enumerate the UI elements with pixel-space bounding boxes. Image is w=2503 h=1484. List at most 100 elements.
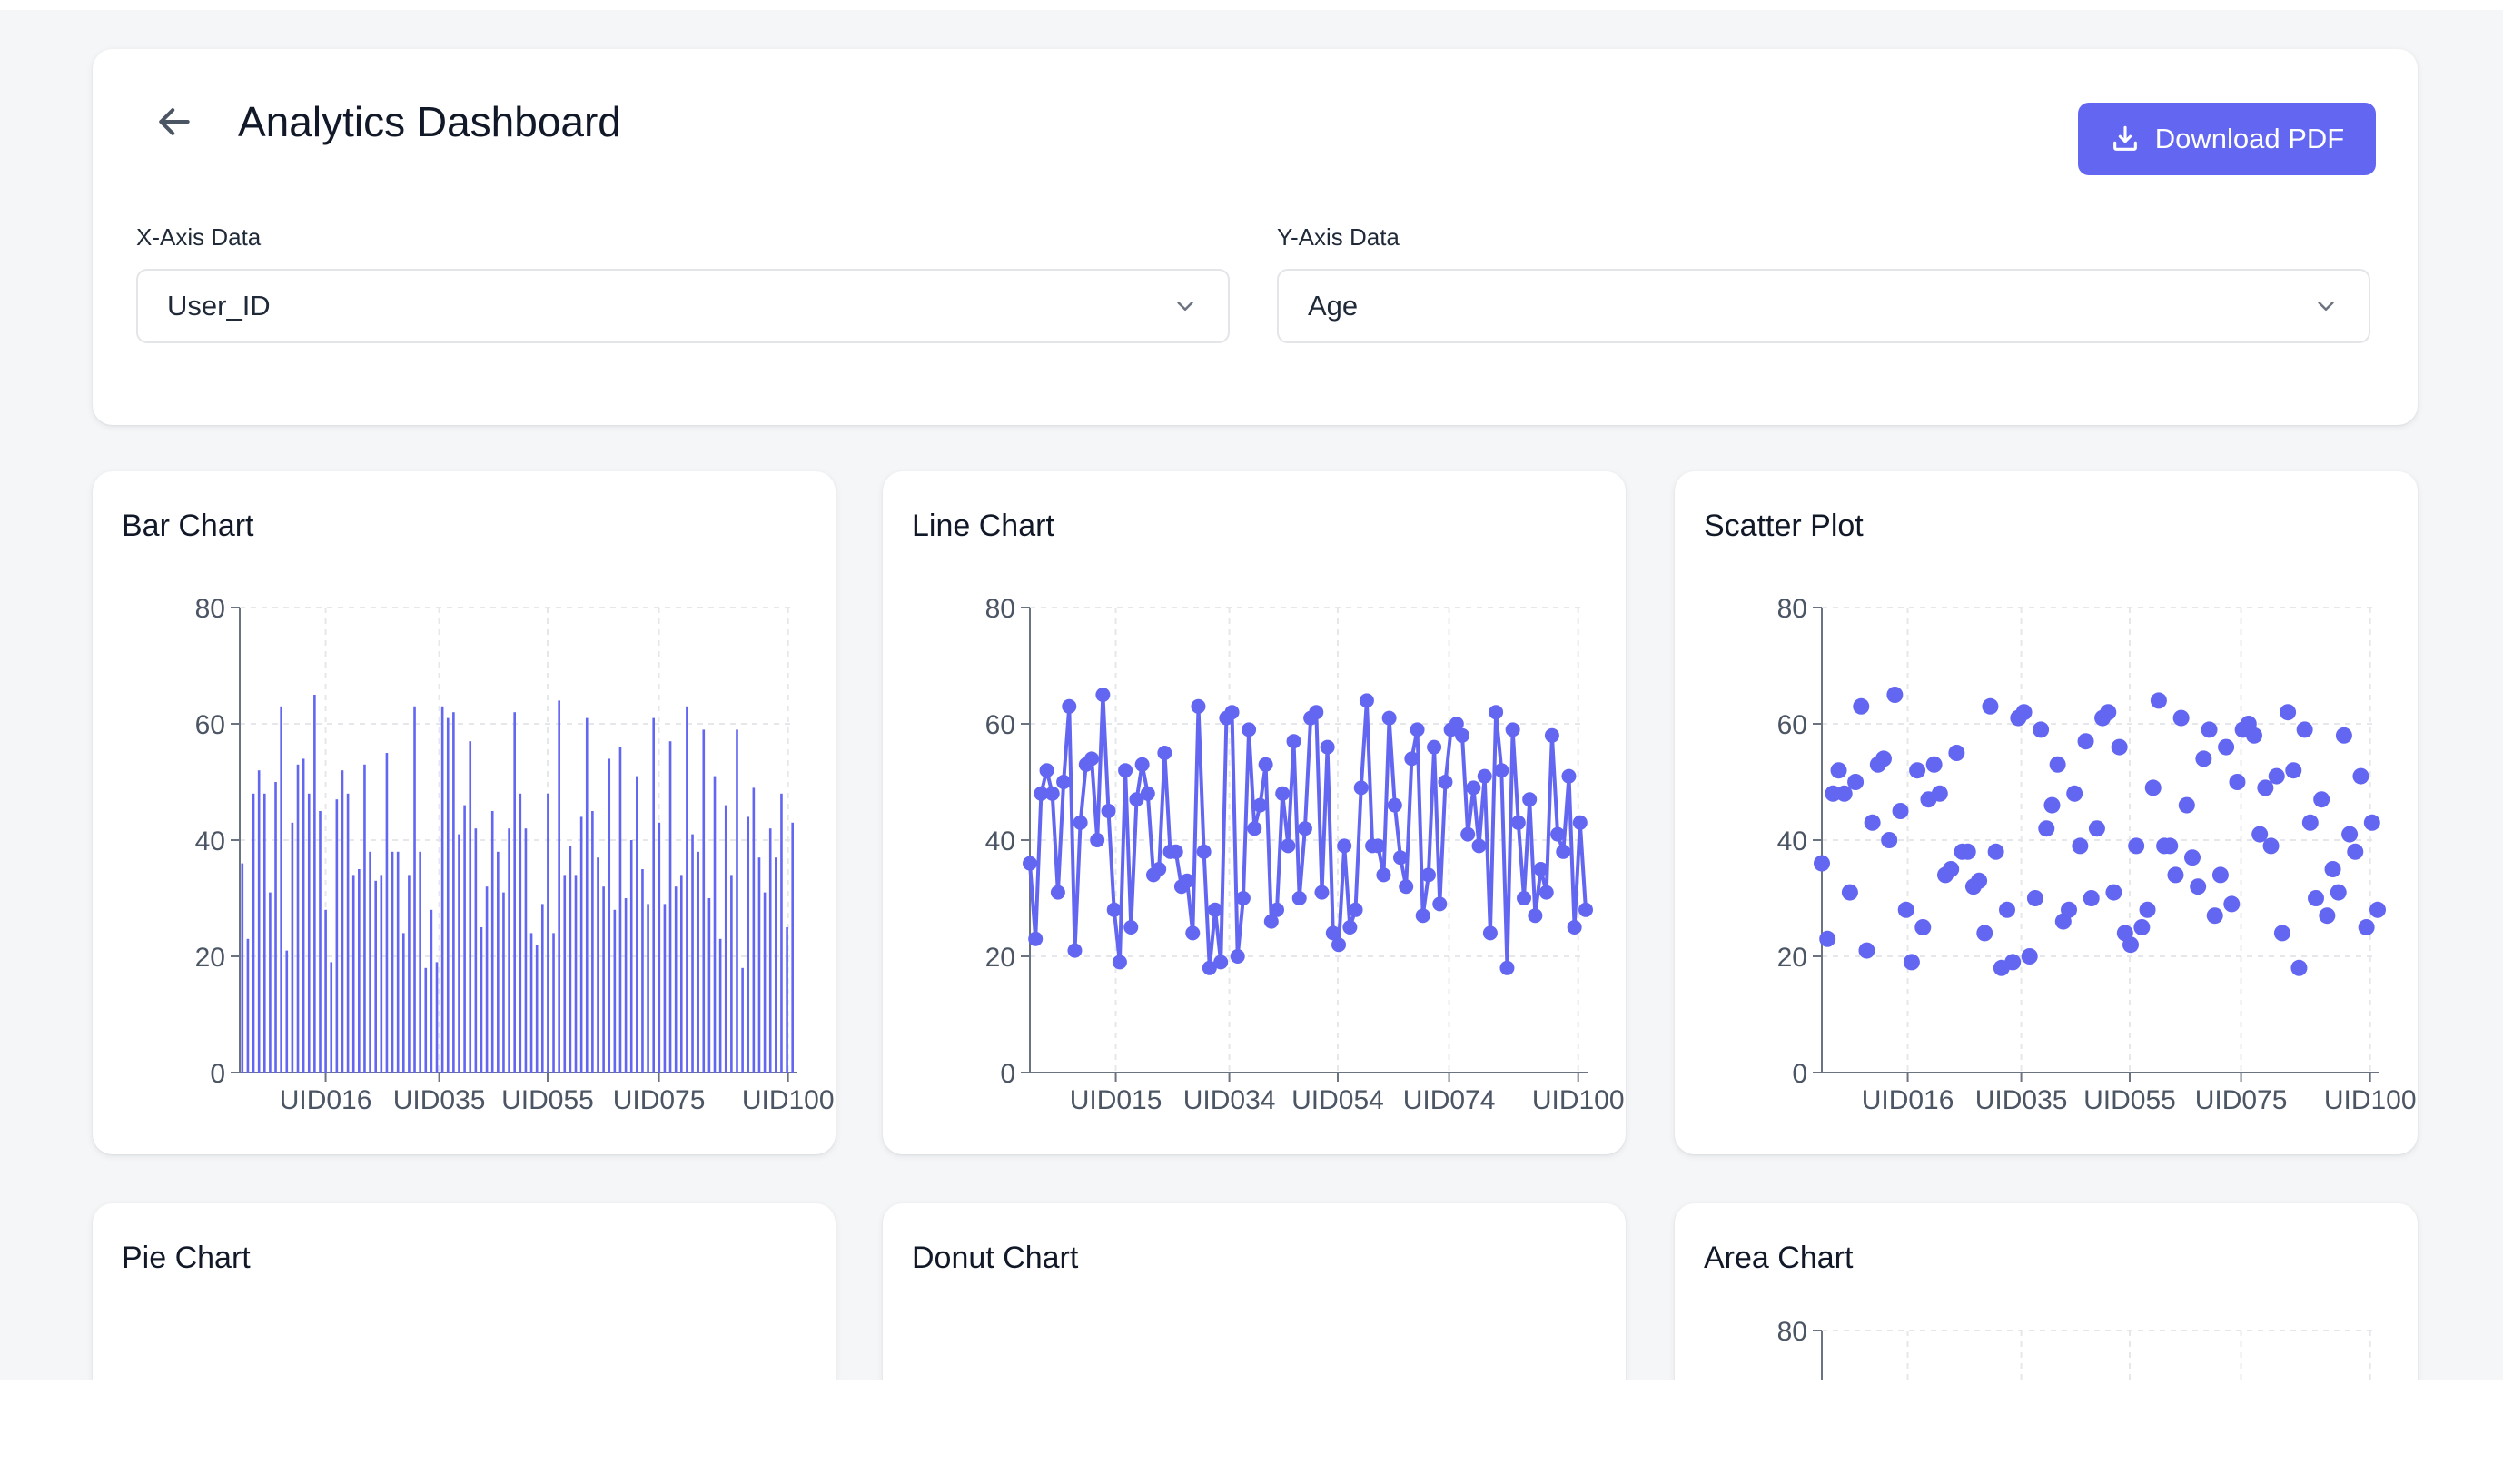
data-point	[1242, 722, 1257, 737]
data-point	[1999, 901, 2015, 918]
data-point	[1337, 838, 1352, 854]
bar	[658, 822, 661, 1073]
data-point	[2111, 738, 2128, 756]
data-point	[1925, 756, 1943, 773]
y-axis-label: Y-Axis Data	[1277, 223, 1400, 251]
data-point	[1561, 768, 1577, 784]
line-chart-card: Line Chart 0 20 40 60 80 UID015 UID034 UID054 UI…	[883, 471, 1626, 1154]
data-point	[1853, 697, 1870, 715]
data-point	[1578, 902, 1593, 917]
data-point	[2139, 901, 2156, 918]
data-point	[1556, 844, 1571, 859]
bar	[535, 945, 539, 1073]
data-point	[1830, 762, 1847, 779]
dashboard-app: Analytics Dashboard Download PDF X-Axis …	[0, 10, 2503, 1380]
data-point	[1438, 775, 1453, 789]
data-point	[1477, 768, 1492, 784]
back-button[interactable]	[145, 93, 203, 151]
area-chart-card: Area Chart 80	[1675, 1203, 2418, 1380]
bar	[736, 729, 738, 1073]
data-point	[1247, 821, 1262, 836]
y-tick-label: 60	[985, 710, 1015, 740]
data-point	[1348, 902, 1363, 917]
data-point	[2061, 901, 2077, 918]
data-point	[1180, 873, 1195, 888]
bar	[786, 927, 788, 1073]
scatter-plot: 0 20 40 60 80 UID016 UID035 UID055 UID075 UID100	[1777, 594, 2417, 1115]
bar	[351, 875, 355, 1073]
data-point	[1291, 891, 1307, 905]
y-tick-label: 40	[195, 826, 225, 856]
y-tick-label: 80	[1777, 594, 1807, 624]
bar	[435, 962, 439, 1073]
bar	[241, 863, 244, 1073]
data-point	[1864, 814, 1881, 831]
data-point	[2100, 704, 2117, 721]
data-point	[2195, 750, 2212, 767]
y-tick-label: 60	[1777, 710, 1807, 740]
bar	[519, 793, 522, 1073]
data-point	[2178, 796, 2195, 814]
x-axis-select-value: User_ID	[167, 290, 271, 322]
data-point	[2308, 890, 2324, 906]
data-point	[1959, 843, 1976, 860]
download-pdf-button[interactable]: Download PDF	[2078, 103, 2376, 175]
data-point	[2026, 890, 2043, 906]
data-point	[1897, 901, 1914, 918]
data-point	[2273, 925, 2290, 942]
data-point	[1359, 693, 1374, 708]
bar	[686, 706, 688, 1073]
bar	[307, 793, 311, 1073]
data-point	[2072, 837, 2089, 855]
y-tick-label: 80	[195, 594, 225, 624]
bar	[679, 875, 683, 1073]
y-tick-label: 0	[1792, 1059, 1807, 1089]
data-point	[2313, 791, 2330, 808]
bar	[401, 933, 405, 1073]
bar	[674, 886, 678, 1073]
data-point	[1381, 710, 1397, 726]
x-tick-label: UID016	[1862, 1085, 1954, 1115]
data-point	[1056, 775, 1072, 789]
bar	[602, 886, 605, 1073]
arrow-left-icon	[159, 108, 190, 135]
x-axis-select[interactable]: User_ID	[136, 269, 1230, 343]
data-point	[2190, 878, 2207, 895]
data-point	[1320, 739, 1335, 755]
x-tick-label: UID100	[1532, 1085, 1625, 1115]
x-tick-label: UID054	[1291, 1085, 1384, 1115]
data-point	[2229, 774, 2246, 790]
data-point	[1914, 919, 1932, 935]
bar	[641, 869, 644, 1073]
scatter-chart-card: Scatter Plot 0 20 40 60 80 UID016 UID035 UID055…	[1675, 471, 2418, 1154]
bar	[369, 851, 371, 1073]
bar	[747, 816, 750, 1073]
bar	[446, 717, 450, 1073]
data-point	[1987, 843, 2004, 860]
data-point	[2352, 767, 2369, 785]
data-point	[1224, 705, 1240, 720]
data-point	[1510, 815, 1526, 830]
data-point	[1841, 884, 1858, 901]
bar	[741, 967, 744, 1073]
x-tick-label: UID055	[501, 1085, 594, 1115]
data-point	[2268, 767, 2285, 785]
data-point	[1948, 745, 1965, 761]
data-point	[1044, 786, 1060, 801]
page-title: Analytics Dashboard	[238, 98, 621, 145]
bar	[524, 828, 528, 1073]
data-point	[1522, 792, 1538, 807]
data-point	[1028, 931, 1044, 946]
data-point	[2133, 919, 2151, 935]
bar	[302, 758, 305, 1073]
bar	[529, 933, 533, 1073]
y-axis-select[interactable]: Age	[1277, 269, 2370, 343]
data-point	[1814, 855, 1830, 872]
bar	[668, 741, 672, 1073]
data-point	[1886, 687, 1904, 703]
data-point	[1067, 943, 1083, 958]
data-point	[1073, 815, 1088, 830]
data-point	[1533, 862, 1548, 876]
bar	[291, 822, 294, 1073]
x-tick-label: UID100	[2324, 1085, 2417, 1115]
